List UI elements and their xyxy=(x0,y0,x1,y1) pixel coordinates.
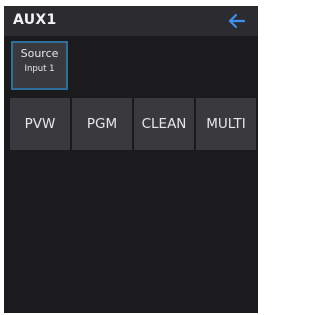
back-button[interactable] xyxy=(226,10,248,32)
pgm-button[interactable]: PGM xyxy=(72,98,132,150)
source-value: Input 1 xyxy=(24,64,55,74)
page-title: AUX1 xyxy=(13,12,57,28)
pvw-button[interactable]: PVW xyxy=(10,98,70,150)
source-selector-button[interactable]: Source Input 1 xyxy=(11,41,68,90)
output-button-row: PVW PGM CLEAN MULTI xyxy=(10,98,258,150)
arrow-left-icon xyxy=(228,13,246,29)
header-bar: AUX1 xyxy=(4,6,258,36)
source-label: Source xyxy=(20,47,59,60)
aux-panel: AUX1 Source Input 1 PVW PGM CLEAN MULTI xyxy=(4,6,258,313)
multi-button[interactable]: MULTI xyxy=(196,98,256,150)
clean-button[interactable]: CLEAN xyxy=(134,98,194,150)
